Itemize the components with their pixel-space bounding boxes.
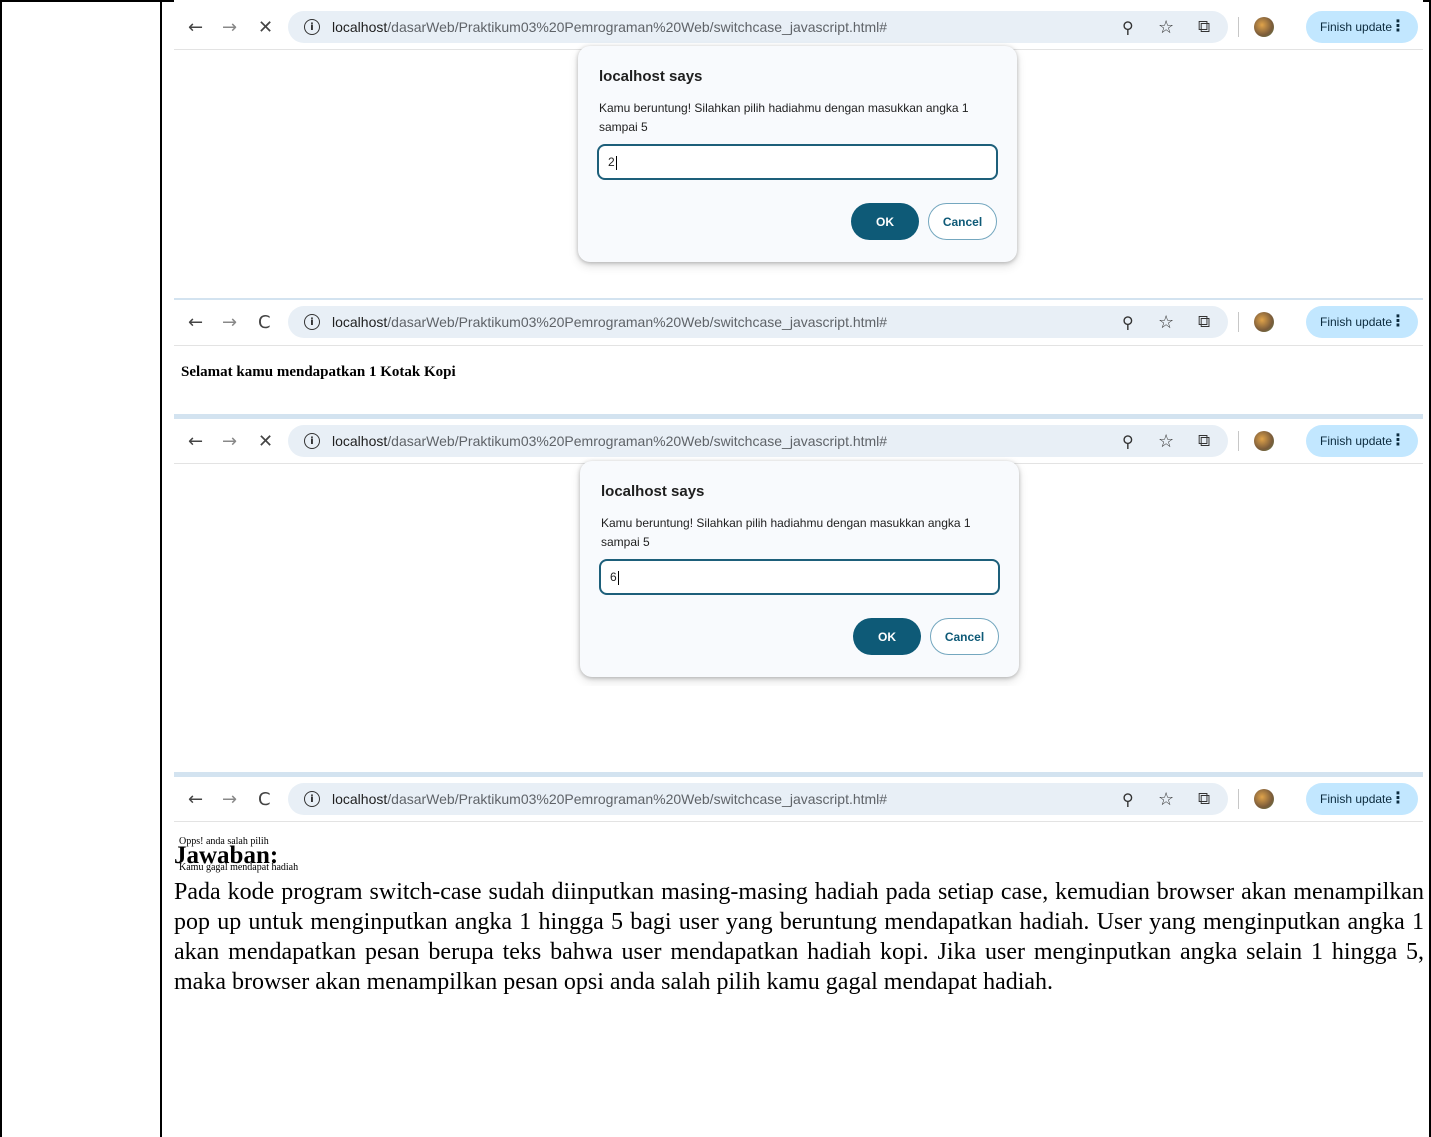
ok-button[interactable]: OK: [851, 203, 919, 240]
browser-toolbar: ← → ✕ i localhost/dasarWeb/Praktikum03%2…: [174, 5, 1423, 49]
profile-avatar[interactable]: [1254, 789, 1274, 809]
url-host: localhost: [332, 19, 388, 35]
screenshot-prompt-input-2: ← → ✕ i localhost/dasarWeb/Praktikum03%2…: [174, 0, 1423, 290]
bookmark-star-icon[interactable]: ☆: [1158, 5, 1174, 49]
kebab-menu-icon[interactable]: ⋮: [1390, 430, 1406, 449]
reload-icon[interactable]: C: [258, 777, 271, 821]
toolbar-divider: [174, 345, 1423, 346]
kebab-menu-icon[interactable]: ⋮: [1390, 788, 1406, 807]
screenshot-prompt-input-6: ← → ✕ i localhost/dasarWeb/Praktikum03%2…: [174, 414, 1423, 686]
site-info-icon[interactable]: i: [304, 433, 320, 449]
back-icon[interactable]: ←: [188, 777, 203, 821]
kebab-menu-icon[interactable]: ⋮: [1390, 311, 1406, 330]
toolbar-separator: [1238, 312, 1239, 332]
cancel-button[interactable]: Cancel: [928, 203, 997, 240]
bookmark-star-icon[interactable]: ☆: [1158, 300, 1174, 344]
success-message: Selamat kamu mendapatkan 1 Kotak Kopi: [181, 364, 456, 380]
reload-icon[interactable]: C: [258, 300, 271, 344]
site-info-icon[interactable]: i: [304, 19, 320, 35]
forward-icon[interactable]: →: [222, 777, 237, 821]
back-icon[interactable]: ←: [188, 300, 203, 344]
bookmark-star-icon[interactable]: ☆: [1158, 419, 1174, 463]
forward-icon[interactable]: →: [222, 300, 237, 344]
site-info-icon[interactable]: i: [304, 791, 320, 807]
stop-icon[interactable]: ✕: [258, 5, 273, 49]
toolbar-divider: [174, 821, 1423, 822]
back-icon[interactable]: ←: [188, 5, 203, 49]
extensions-icon[interactable]: ⧉: [1198, 5, 1210, 49]
bookmark-star-icon[interactable]: ☆: [1158, 777, 1174, 821]
address-bar[interactable]: i localhost/dasarWeb/Praktikum03%20Pemro…: [288, 306, 1228, 338]
zoom-icon[interactable]: ⚲: [1122, 5, 1134, 49]
url-path: /dasarWeb/Praktikum03%20Pemrograman%20We…: [387, 791, 888, 807]
extensions-icon[interactable]: ⧉: [1198, 300, 1210, 344]
finish-update-button[interactable]: Finish update ⋮: [1306, 425, 1418, 457]
url-path: /dasarWeb/Praktikum03%20Pemrograman%20We…: [387, 433, 888, 449]
prompt-dialog: localhost says Kamu beruntung! Silahkan …: [578, 46, 1017, 262]
finish-update-label: Finish update: [1320, 792, 1393, 806]
url-host: localhost: [332, 433, 388, 449]
address-bar[interactable]: i localhost/dasarWeb/Praktikum03%20Pemro…: [288, 11, 1228, 43]
finish-update-button[interactable]: Finish update ⋮: [1306, 11, 1418, 43]
zoom-icon[interactable]: ⚲: [1122, 777, 1134, 821]
url-path: /dasarWeb/Praktikum03%20Pemrograman%20We…: [387, 19, 888, 35]
profile-avatar[interactable]: [1254, 17, 1274, 37]
profile-avatar[interactable]: [1254, 312, 1274, 332]
toolbar-separator: [1238, 431, 1239, 451]
prompt-dialog: localhost says Kamu beruntung! Silahkan …: [580, 461, 1019, 677]
url-path: /dasarWeb/Praktikum03%20Pemrograman%20We…: [387, 314, 888, 330]
dialog-title: localhost says: [601, 483, 705, 500]
url-host: localhost: [332, 314, 388, 330]
extensions-icon[interactable]: ⧉: [1198, 419, 1210, 463]
extensions-icon[interactable]: ⧉: [1198, 777, 1210, 821]
browser-toolbar: ← → ✕ i localhost/dasarWeb/Praktikum03%2…: [174, 419, 1423, 463]
forward-icon[interactable]: →: [222, 5, 237, 49]
browser-toolbar: ← → C i localhost/dasarWeb/Praktikum03%2…: [174, 777, 1423, 821]
finish-update-label: Finish update: [1320, 315, 1393, 329]
finish-update-button[interactable]: Finish update ⋮: [1306, 306, 1418, 338]
toolbar-separator: [1238, 789, 1239, 809]
address-bar[interactable]: i localhost/dasarWeb/Praktikum03%20Pemro…: [288, 425, 1228, 457]
screenshot-fail-result: ← → C i localhost/dasarWeb/Praktikum03%2…: [174, 772, 1423, 882]
url-host: localhost: [332, 791, 388, 807]
cancel-button[interactable]: Cancel: [930, 618, 999, 655]
prompt-input-value: 6: [610, 570, 617, 584]
text-caret: [617, 570, 619, 585]
text-caret: [615, 155, 617, 170]
table-left-border: [0, 0, 2, 1137]
answer-title: Jawaban:: [174, 842, 279, 869]
dialog-message: Kamu beruntung! Silahkan pilih hadiahmu …: [599, 101, 969, 134]
table-column-divider: [160, 0, 162, 1137]
browser-toolbar: ← → C i localhost/dasarWeb/Praktikum03%2…: [174, 300, 1423, 344]
finish-update-label: Finish update: [1320, 20, 1393, 34]
zoom-icon[interactable]: ⚲: [1122, 300, 1134, 344]
zoom-icon[interactable]: ⚲: [1122, 419, 1134, 463]
kebab-menu-icon[interactable]: ⋮: [1390, 16, 1406, 35]
stop-icon[interactable]: ✕: [258, 419, 273, 463]
prompt-input[interactable]: 6: [599, 559, 1000, 595]
forward-icon[interactable]: →: [222, 419, 237, 463]
site-info-icon[interactable]: i: [304, 314, 320, 330]
prompt-input-value: 2: [608, 155, 615, 169]
toolbar-separator: [1238, 17, 1239, 37]
ok-button[interactable]: OK: [853, 618, 921, 655]
profile-avatar[interactable]: [1254, 431, 1274, 451]
dialog-message: Kamu beruntung! Silahkan pilih hadiahmu …: [601, 516, 971, 549]
finish-update-button[interactable]: Finish update ⋮: [1306, 783, 1418, 815]
dialog-title: localhost says: [599, 68, 703, 85]
address-bar[interactable]: i localhost/dasarWeb/Praktikum03%20Pemro…: [288, 783, 1228, 815]
prompt-input[interactable]: 2: [597, 144, 998, 180]
answer-body: Pada kode program switch-case sudah diin…: [174, 879, 1424, 995]
finish-update-label: Finish update: [1320, 434, 1393, 448]
screenshot-success-result: ← → C i localhost/dasarWeb/Praktikum03%2…: [174, 298, 1423, 393]
back-icon[interactable]: ←: [188, 419, 203, 463]
